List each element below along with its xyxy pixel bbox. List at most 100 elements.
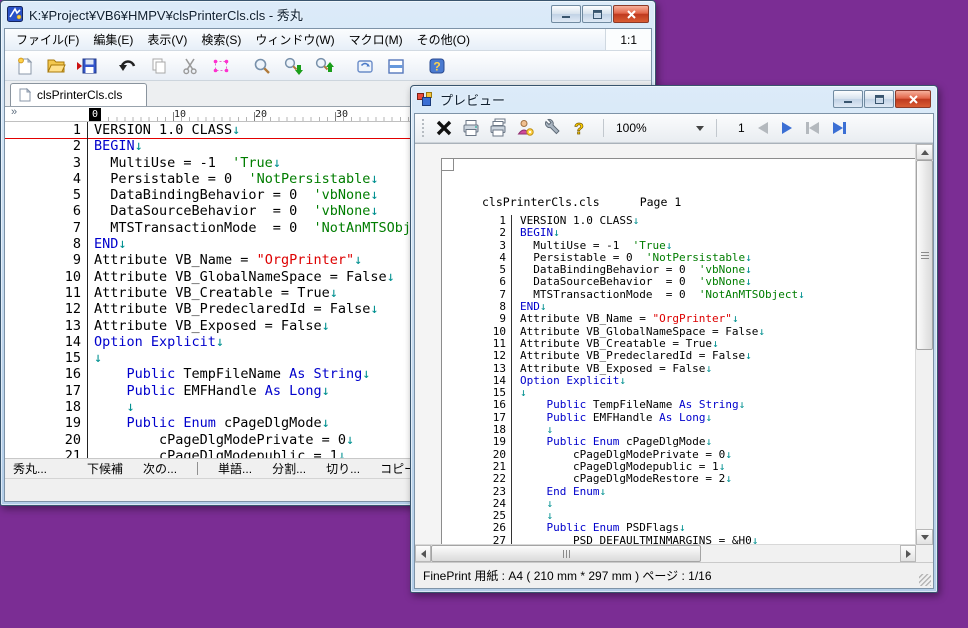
ruler-mark-20: 20 — [255, 108, 267, 121]
eol-mark: ↓ — [540, 300, 547, 313]
preview-page[interactable]: clsPrinterCls.cls Page 1 1VERSION 1.0 CL… — [441, 158, 919, 562]
editor-minimize-button[interactable] — [551, 5, 581, 23]
function-key-4[interactable]: 分割... — [272, 460, 306, 477]
eol-mark: ↓ — [719, 460, 726, 473]
eol-mark: ↓ — [712, 337, 719, 350]
open-file-icon[interactable] — [46, 56, 66, 76]
svg-text:?: ? — [574, 121, 584, 138]
line-number: 19 — [442, 436, 512, 448]
code-line-1: 1VERSION 1.0 CLASS↓ — [442, 215, 918, 227]
line-number: 10 — [5, 269, 88, 285]
menu-item-0[interactable]: ファイル(F) — [9, 29, 86, 50]
preview-window-title: プレビュー — [440, 90, 826, 109]
code-line-2: 2BEGIN↓ — [442, 227, 918, 239]
scroll-right-arrow[interactable] — [900, 545, 916, 562]
line-number: 15 — [5, 350, 88, 366]
eol-mark: ↓ — [547, 497, 554, 510]
line-text: cPageDlgModepublic = 1↓ — [88, 448, 346, 458]
tab-label: clsPrinterCls.cls — [37, 88, 122, 102]
function-key-0[interactable]: 秀丸... — [13, 460, 47, 477]
eol-mark: ↓ — [370, 171, 378, 187]
horizontal-scrollbar-thumb[interactable] — [431, 545, 701, 562]
eol-mark: ↓ — [370, 301, 378, 317]
cut-icon[interactable] — [180, 56, 200, 76]
eol-mark: ↓ — [679, 521, 686, 534]
new-file-icon[interactable] — [15, 56, 35, 76]
preview-maximize-button[interactable] — [864, 90, 894, 108]
line-number: 23 — [442, 486, 512, 498]
settings-wrench-icon[interactable] — [542, 118, 562, 138]
ruler-mark-10: 10 — [174, 108, 186, 121]
line-number: 14 — [5, 334, 88, 350]
preview-window: プレビュー ? 100% 1 — [410, 85, 938, 593]
eol-mark: ↓ — [547, 423, 554, 436]
zoom-level-combobox[interactable]: 100% — [611, 119, 709, 138]
line-text: Public Enum cPageDlgMode↓ — [88, 415, 330, 431]
find-prev-icon[interactable] — [314, 56, 334, 76]
code-line-7: 7 MTSTransactionMode = 0 'NotAnMTSObject… — [442, 289, 918, 301]
toolbar-grip[interactable] — [422, 119, 427, 137]
wizard-icon[interactable] — [515, 118, 535, 138]
vertical-scrollbar[interactable] — [915, 144, 933, 545]
line-text: BEGIN↓ — [88, 138, 143, 154]
eol-mark: ↓ — [745, 275, 752, 288]
find-icon[interactable] — [252, 56, 272, 76]
scroll-up-arrow[interactable] — [916, 144, 933, 160]
menu-item-1[interactable]: 編集(E) — [86, 29, 140, 50]
function-key-1[interactable]: 下候補 — [87, 460, 123, 477]
function-key-5[interactable]: 切り... — [326, 460, 360, 477]
prev-page-button[interactable] — [758, 122, 768, 134]
svg-text:?: ? — [433, 59, 440, 73]
switch-window-icon[interactable] — [355, 56, 375, 76]
editor-titlebar[interactable]: K:¥Project¥VB6¥HMPV¥clsPrinterCls.cls - … — [1, 1, 655, 27]
help-icon[interactable]: ? — [427, 56, 447, 76]
eol-mark: ↓ — [387, 269, 395, 285]
split-window-icon[interactable] — [386, 56, 406, 76]
scroll-down-arrow[interactable] — [916, 529, 933, 545]
function-key-2[interactable]: 次の... — [143, 460, 177, 477]
preview-minimize-button[interactable] — [833, 90, 863, 108]
menu-item-5[interactable]: マクロ(M) — [342, 29, 410, 50]
preview-help-icon[interactable]: ? — [569, 118, 589, 138]
page-number-field[interactable]: 1 — [738, 121, 745, 135]
caret-position-indicator: 1:1 — [605, 29, 651, 50]
copy-icon[interactable] — [149, 56, 169, 76]
line-text: Option Explicit↓ — [88, 334, 224, 350]
line-text: Attribute VB_Creatable = True↓ — [88, 285, 338, 301]
line-number: 12 — [442, 350, 512, 362]
print-icon[interactable] — [461, 118, 481, 138]
print-all-icon[interactable] — [488, 118, 508, 138]
resize-grip[interactable] — [919, 574, 931, 586]
vertical-scrollbar-thumb[interactable] — [916, 160, 933, 350]
line-text: Option Explicit↓ — [512, 375, 626, 387]
line-text: END↓ — [88, 236, 127, 252]
close-preview-icon[interactable] — [434, 118, 454, 138]
eol-mark: ↓ — [758, 325, 765, 338]
editor-menubar: ファイル(F)編集(E)表示(V)検索(S)ウィンドウ(W)マクロ(M)その他(… — [5, 29, 651, 51]
menu-item-3[interactable]: 検索(S) — [194, 29, 248, 50]
menu-item-2[interactable]: 表示(V) — [140, 29, 194, 50]
preview-close-button[interactable] — [895, 90, 931, 108]
line-number: 16 — [442, 399, 512, 411]
horizontal-scrollbar[interactable] — [415, 544, 916, 562]
next-page-button[interactable] — [782, 122, 792, 134]
line-number: 2 — [5, 138, 88, 154]
first-page-button[interactable] — [806, 122, 819, 134]
line-number: 22 — [442, 473, 512, 485]
function-key-3[interactable]: 単語... — [218, 460, 252, 477]
last-page-button[interactable] — [833, 122, 846, 134]
line-text: MTSTransactionMode = 0 'NotAnMTSObject↓ — [512, 289, 805, 301]
save-file-icon[interactable] — [77, 56, 97, 76]
eol-mark: ↓ — [520, 386, 527, 399]
tab-clsprintercls[interactable]: clsPrinterCls.cls — [10, 83, 147, 106]
editor-maximize-button[interactable] — [582, 5, 612, 23]
select-range-icon[interactable] — [211, 56, 231, 76]
editor-close-button[interactable] — [613, 5, 649, 23]
undo-icon[interactable] — [118, 56, 138, 76]
scroll-left-arrow[interactable] — [415, 545, 431, 562]
menu-item-4[interactable]: ウィンドウ(W) — [248, 29, 341, 50]
preview-titlebar[interactable]: プレビュー — [411, 86, 937, 112]
menu-item-6[interactable]: その他(O) — [410, 29, 477, 50]
line-number: 8 — [5, 236, 88, 252]
find-next-icon[interactable] — [283, 56, 303, 76]
